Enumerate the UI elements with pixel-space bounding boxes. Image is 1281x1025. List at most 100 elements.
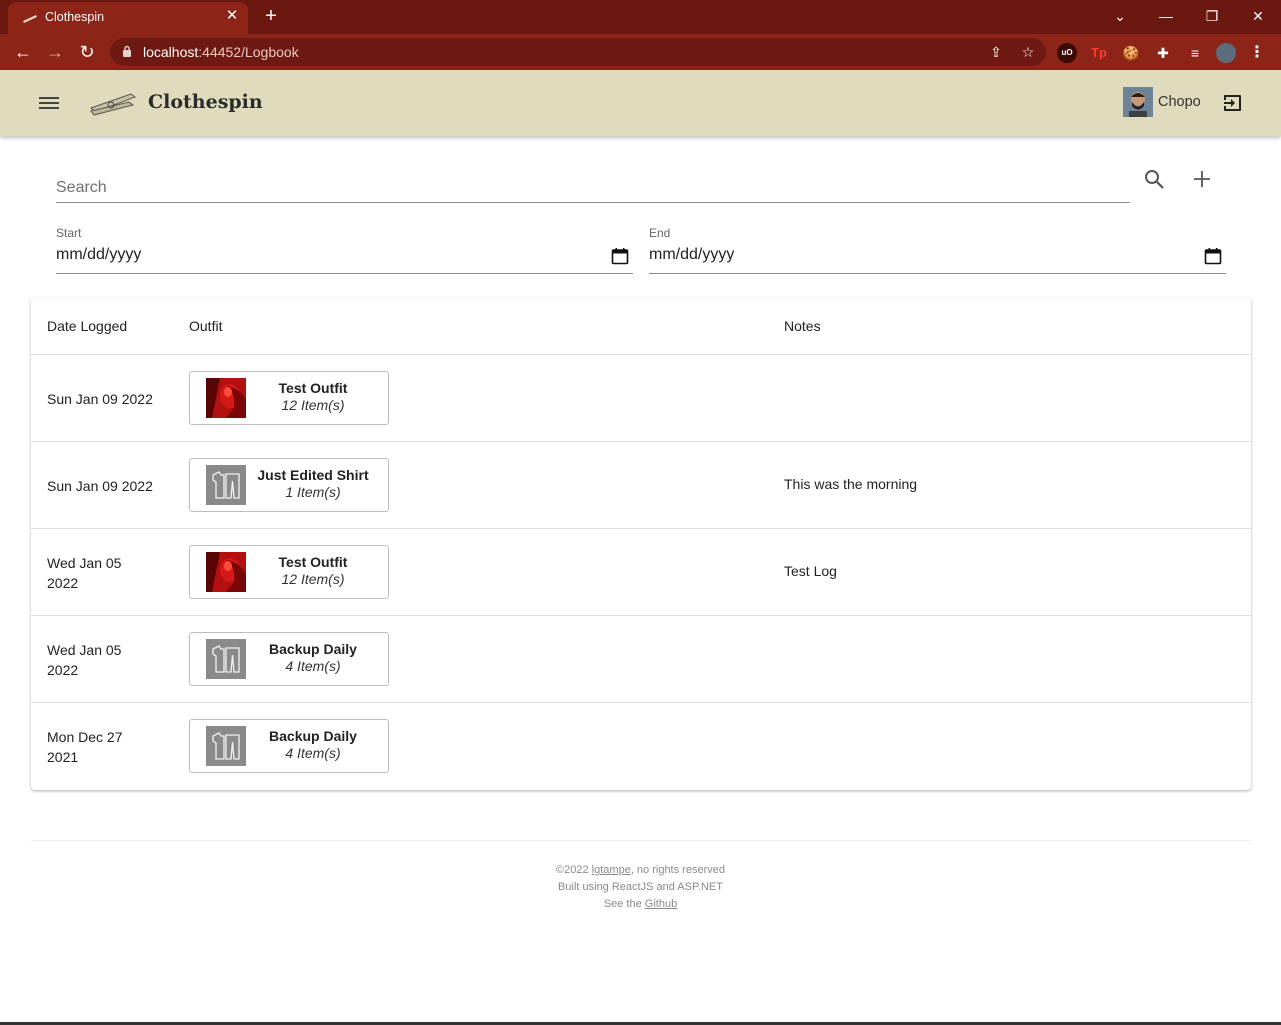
bookmark-star-icon[interactable]: ☆ (1018, 42, 1038, 62)
username-label[interactable]: Chopo (1158, 94, 1201, 110)
ublock-icon[interactable]: uO (1057, 43, 1077, 63)
header-outfit: Outfit (189, 318, 223, 334)
browser-toolbar: ← → ↻ localhost:44452/Logbook ⇪ ☆ uO Tp … (0, 34, 1281, 70)
end-date-field[interactable]: mm/dd/yyyy (649, 240, 1226, 274)
outfit-item-count: 4 Item(s) (285, 658, 341, 674)
table-row[interactable]: Mon Dec 27 2021 Backup Daily 4 Item(s) (31, 702, 1251, 789)
table-row[interactable]: Wed Jan 05 2022 Backup Daily 4 Item(s) (31, 615, 1251, 702)
date-cell: Mon Dec 27 2021 (47, 727, 157, 767)
outfit-photo-thumbnail (206, 552, 246, 592)
date-cell: Wed Jan 05 2022 (47, 553, 157, 593)
date-line-1: Sun Jan 09 2022 (47, 478, 153, 494)
outfit-photo-thumbnail (206, 378, 246, 418)
outfit-name: Backup Daily (269, 728, 357, 744)
date-line-2: 2022 (47, 575, 79, 591)
footer-divider (31, 840, 1251, 841)
footer-copyright: ©2022 lgtampe, no rights reserved (0, 862, 1281, 879)
logout-icon[interactable] (1221, 91, 1245, 115)
browser-tab-bar: Clothespin ✕ + ⌄ — ❐ ✕ (0, 0, 1281, 34)
copyright-prefix: ©2022 (556, 864, 592, 876)
footer: ©2022 lgtampe, no rights reserved Built … (0, 862, 1281, 913)
github-link[interactable]: Github (645, 898, 677, 910)
table-row[interactable]: Sun Jan 09 2022 Just Edited Shirt 1 Item… (31, 441, 1251, 528)
browser-tab[interactable]: Clothespin ✕ (8, 2, 248, 34)
end-date-value: mm/dd/yyyy (649, 246, 735, 263)
copyright-suffix: , no rights reserved (630, 864, 725, 876)
url-host: localhost (143, 44, 199, 60)
tp-extension-icon[interactable]: Tp (1089, 43, 1109, 63)
outfit-chip[interactable]: Backup Daily 4 Item(s) (189, 719, 389, 773)
date-line-1: Wed Jan 05 (47, 642, 122, 658)
calendar-icon[interactable] (611, 247, 629, 265)
media-queue-icon[interactable]: ≡ (1185, 43, 1205, 63)
cookie-icon[interactable]: 🍪 (1121, 43, 1141, 63)
outfit-item-count: 12 Item(s) (281, 397, 345, 413)
outfit-item-count: 12 Item(s) (281, 571, 345, 587)
calendar-icon[interactable] (1204, 247, 1222, 265)
start-date-value: mm/dd/yyyy (56, 246, 142, 263)
minimize-icon[interactable]: — (1151, 3, 1181, 29)
add-log-button[interactable] (1189, 166, 1215, 192)
clothespin-logo-icon (90, 93, 137, 116)
browser-menu-icon[interactable]: ⋮ (1247, 43, 1267, 63)
date-line-1: Wed Jan 05 (47, 555, 122, 571)
header-date-logged: Date Logged (47, 318, 128, 334)
clothespin-favicon-icon (23, 15, 37, 23)
address-bar[interactable]: localhost:44452/Logbook ⇪ ☆ (110, 38, 1046, 66)
date-cell: Sun Jan 09 2022 (47, 476, 157, 496)
outfit-name: Just Edited Shirt (257, 467, 369, 483)
tab-title: Clothespin (45, 10, 105, 24)
notes-cell: Test Log (784, 563, 837, 579)
share-icon[interactable]: ⇪ (986, 42, 1006, 62)
hamburger-menu-icon[interactable] (37, 91, 61, 115)
notes-cell: This was the morning (784, 476, 918, 492)
outfit-item-count: 4 Item(s) (285, 745, 341, 761)
url-text: localhost:44452/Logbook (143, 44, 299, 60)
outfit-chip[interactable]: Backup Daily 4 Item(s) (189, 632, 389, 686)
date-line-2: 2021 (47, 749, 79, 765)
forward-icon[interactable]: → (42, 39, 68, 65)
outfit-name: Test Outfit (278, 380, 348, 396)
restore-icon[interactable]: ❐ (1197, 3, 1227, 29)
header-notes: Notes (784, 318, 821, 334)
end-date-label: End (649, 226, 671, 240)
date-line-2: 2022 (47, 662, 79, 678)
tab-close-icon[interactable]: ✕ (224, 8, 240, 24)
outfit-chip[interactable]: Just Edited Shirt 1 Item(s) (189, 458, 389, 512)
table-row[interactable]: Wed Jan 05 2022 Test Outfit 12 Item(s) T… (31, 528, 1251, 615)
date-cell: Wed Jan 05 2022 (47, 640, 157, 680)
search-icon[interactable] (1142, 167, 1168, 193)
search-input[interactable] (56, 166, 1130, 203)
outfit-chip[interactable]: Test Outfit 12 Item(s) (189, 371, 389, 425)
table-row[interactable]: Sun Jan 09 2022 Test Outfit 12 Item(s) (31, 354, 1251, 441)
app-header: Clothespin Chopo (0, 70, 1281, 136)
outfit-name: Test Outfit (278, 554, 348, 570)
github-prefix: See the (603, 898, 645, 910)
logbook-table: Date Logged Outfit Notes Sun Jan 09 2022… (31, 298, 1251, 790)
start-date-field[interactable]: mm/dd/yyyy (56, 240, 633, 274)
back-icon[interactable]: ← (10, 39, 36, 65)
avatar-image (1123, 87, 1153, 117)
clothes-placeholder-icon (206, 639, 246, 679)
outfit-name: Backup Daily (269, 641, 357, 657)
date-line-1: Sun Jan 09 2022 (47, 391, 153, 407)
footer-built-with: Built using ReactJS and ASP.NET (558, 881, 723, 893)
profile-avatar-icon[interactable] (1216, 43, 1236, 63)
date-line-1: Mon Dec 27 (47, 729, 123, 745)
date-cell: Sun Jan 09 2022 (47, 389, 157, 409)
brand-title[interactable]: Clothespin (148, 91, 263, 113)
outfit-chip[interactable]: Test Outfit 12 Item(s) (189, 545, 389, 599)
extensions-puzzle-icon[interactable]: ✚ (1153, 43, 1173, 63)
tab-search-chevron-icon[interactable]: ⌄ (1105, 3, 1135, 29)
author-link[interactable]: lgtampe (592, 864, 631, 876)
user-avatar[interactable] (1123, 87, 1153, 117)
window-close-icon[interactable]: ✕ (1243, 3, 1273, 29)
new-tab-button[interactable]: + (260, 5, 282, 27)
reload-icon[interactable]: ↻ (74, 39, 100, 65)
clothes-placeholder-icon (206, 726, 246, 766)
outfit-item-count: 1 Item(s) (285, 484, 341, 500)
clothes-placeholder-icon (206, 465, 246, 505)
lock-icon (123, 45, 131, 57)
footer-github: See the Github (0, 896, 1281, 913)
url-path: :44452/Logbook (198, 44, 299, 60)
